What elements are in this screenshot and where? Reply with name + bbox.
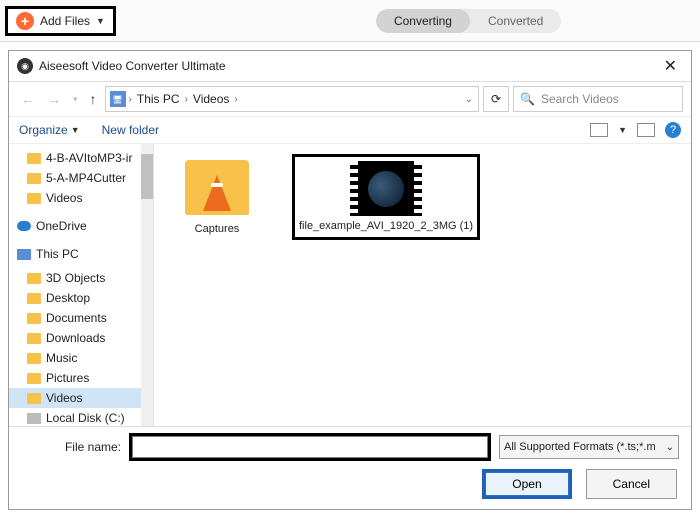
pc-icon: 🖥 xyxy=(110,91,126,107)
sidebar-item-label: 4-B-AVItoMP3-ir xyxy=(46,151,132,165)
sidebar-item-videos[interactable]: Videos xyxy=(9,188,153,208)
file-name-label: File name: xyxy=(21,440,121,454)
sidebar-item-label: 5-A-MP4Cutter xyxy=(46,171,126,185)
new-folder-button[interactable]: New folder xyxy=(102,123,159,137)
organize-menu[interactable]: Organize ▼ xyxy=(19,123,80,137)
folder-captures[interactable]: Captures xyxy=(172,154,262,235)
scroll-thumb[interactable] xyxy=(141,154,153,199)
format-filter-select[interactable]: All Supported Formats (*.ts;*.m ⌄ xyxy=(499,435,679,459)
app-topbar: + Add Files ▼ Converting Converted xyxy=(0,0,700,42)
video-file-selected[interactable]: file_example_AVI_1920_2_3MG (1) xyxy=(292,154,480,240)
file-open-dialog: ◉ Aiseesoft Video Converter Ultimate ✕ ←… xyxy=(8,50,692,510)
file-label: Captures xyxy=(172,223,262,235)
chevron-right-icon: › xyxy=(184,94,189,105)
nav-recent-caret-icon[interactable]: ▾ xyxy=(69,92,82,107)
search-input[interactable]: 🔍 Search Videos xyxy=(513,86,683,112)
dialog-body: 4-B-AVItoMP3-ir 5-A-MP4Cutter Videos OneDri… xyxy=(9,144,691,426)
sidebar: 4-B-AVItoMP3-ir 5-A-MP4Cutter Videos OneDri… xyxy=(9,144,154,426)
video-thumbnail-icon xyxy=(350,161,422,216)
scrollbar[interactable] xyxy=(141,144,153,426)
nav-forward-icon[interactable]: → xyxy=(43,89,65,109)
sidebar-item-onedrive[interactable]: OneDrive xyxy=(9,216,153,236)
folder-icon xyxy=(27,373,41,384)
sidebar-item-videos[interactable]: Videos xyxy=(9,388,153,408)
history-caret-icon[interactable]: ⌄ xyxy=(464,94,474,105)
search-icon: 🔍 xyxy=(520,92,535,106)
cloud-icon xyxy=(17,221,31,231)
refresh-button[interactable]: ⟳ xyxy=(483,86,509,112)
file-label: file_example_AVI_1920_2_3MG (1) xyxy=(299,220,473,233)
tab-converting[interactable]: Converting xyxy=(376,9,470,33)
disk-icon xyxy=(27,413,41,424)
sidebar-item-5-a-mp4cutter[interactable]: 5-A-MP4Cutter xyxy=(9,168,153,188)
tab-converted[interactable]: Converted xyxy=(470,9,561,33)
open-button[interactable]: Open xyxy=(485,472,568,496)
sidebar-item-label: 3D Objects xyxy=(46,271,105,285)
breadcrumb-folder[interactable]: Videos xyxy=(191,92,231,106)
sidebar-item-label: Videos xyxy=(46,191,82,205)
caret-down-icon: ▼ xyxy=(96,16,105,26)
sidebar-item-music[interactable]: Music xyxy=(9,348,153,368)
dialog-footer: File name: All Supported Formats (*.ts;*… xyxy=(9,426,691,509)
file-name-input[interactable] xyxy=(132,436,488,458)
caret-down-icon: ▼ xyxy=(71,125,80,135)
help-icon[interactable]: ? xyxy=(665,122,681,138)
sidebar-item-3d-objects[interactable]: 3D Objects xyxy=(9,268,153,288)
sidebar-item-4-b-avitomp3-ir[interactable]: 4-B-AVItoMP3-ir xyxy=(9,148,153,168)
view-options-icon[interactable] xyxy=(590,123,608,137)
add-files-label: Add Files xyxy=(40,14,90,28)
sidebar-item-local-disk-c-[interactable]: Local Disk (C:) xyxy=(9,408,153,426)
open-button-highlight: Open xyxy=(482,469,571,499)
sidebar-item-label: Pictures xyxy=(46,371,89,385)
sidebar-item-desktop[interactable]: Desktop xyxy=(9,288,153,308)
add-files-button[interactable]: + Add Files ▼ xyxy=(5,6,116,36)
folder-icon xyxy=(27,153,41,164)
sidebar-item-label: Documents xyxy=(46,311,107,325)
folder-icon xyxy=(27,193,41,204)
nav-up-icon[interactable]: ↑ xyxy=(86,89,101,109)
breadcrumb-root[interactable]: This PC xyxy=(135,92,182,106)
sidebar-item-pictures[interactable]: Pictures xyxy=(9,368,153,388)
sidebar-item-label: Downloads xyxy=(46,331,105,345)
sidebar-item-label: OneDrive xyxy=(36,219,87,233)
folder-icon xyxy=(27,353,41,364)
pc-icon xyxy=(17,249,31,260)
preview-pane-icon[interactable] xyxy=(637,123,655,137)
app-icon: ◉ xyxy=(17,58,33,74)
refresh-icon: ⟳ xyxy=(491,92,501,106)
nav-back-icon[interactable]: ← xyxy=(17,89,39,109)
sidebar-item-label: Music xyxy=(46,351,77,365)
sidebar-item-label: Local Disk (C:) xyxy=(46,411,125,425)
sidebar-item-label: This PC xyxy=(36,247,79,261)
vlc-cone-icon xyxy=(203,175,231,211)
folder-icon xyxy=(27,313,41,324)
cancel-button[interactable]: Cancel xyxy=(586,469,677,499)
folder-icon xyxy=(27,273,41,284)
chevron-right-icon: › xyxy=(233,94,238,105)
sidebar-item-label: Desktop xyxy=(46,291,90,305)
caret-down-icon[interactable]: ▼ xyxy=(618,125,627,135)
toolbar: Organize ▼ New folder ▼ ? xyxy=(9,117,691,144)
file-grid: Captures file_example_AVI_1920_2_3MG (1) xyxy=(154,144,691,426)
caret-down-icon: ⌄ xyxy=(666,442,674,453)
sidebar-item-documents[interactable]: Documents xyxy=(9,308,153,328)
folder-icon xyxy=(27,393,41,404)
sidebar-item-this-pc[interactable]: This PC xyxy=(9,244,153,264)
folder-icon xyxy=(27,333,41,344)
file-name-highlight xyxy=(129,433,491,461)
dialog-titlebar: ◉ Aiseesoft Video Converter Ultimate ✕ xyxy=(9,51,691,82)
sidebar-item-label: Videos xyxy=(46,391,82,405)
main-tabs: Converting Converted xyxy=(376,9,561,33)
folder-icon xyxy=(27,173,41,184)
search-placeholder: Search Videos xyxy=(541,92,619,106)
sidebar-item-downloads[interactable]: Downloads xyxy=(9,328,153,348)
dialog-title: Aiseesoft Video Converter Ultimate xyxy=(39,59,658,73)
folder-icon xyxy=(27,293,41,304)
chevron-right-icon: › xyxy=(128,94,133,105)
nav-row: ← → ▾ ↑ 🖥 › This PC › Videos › ⌄ ⟳ 🔍 Sea… xyxy=(9,82,691,117)
plus-icon: + xyxy=(16,12,34,30)
address-bar[interactable]: 🖥 › This PC › Videos › ⌄ xyxy=(105,86,479,112)
close-icon[interactable]: ✕ xyxy=(658,56,683,76)
folder-icon xyxy=(185,160,249,215)
